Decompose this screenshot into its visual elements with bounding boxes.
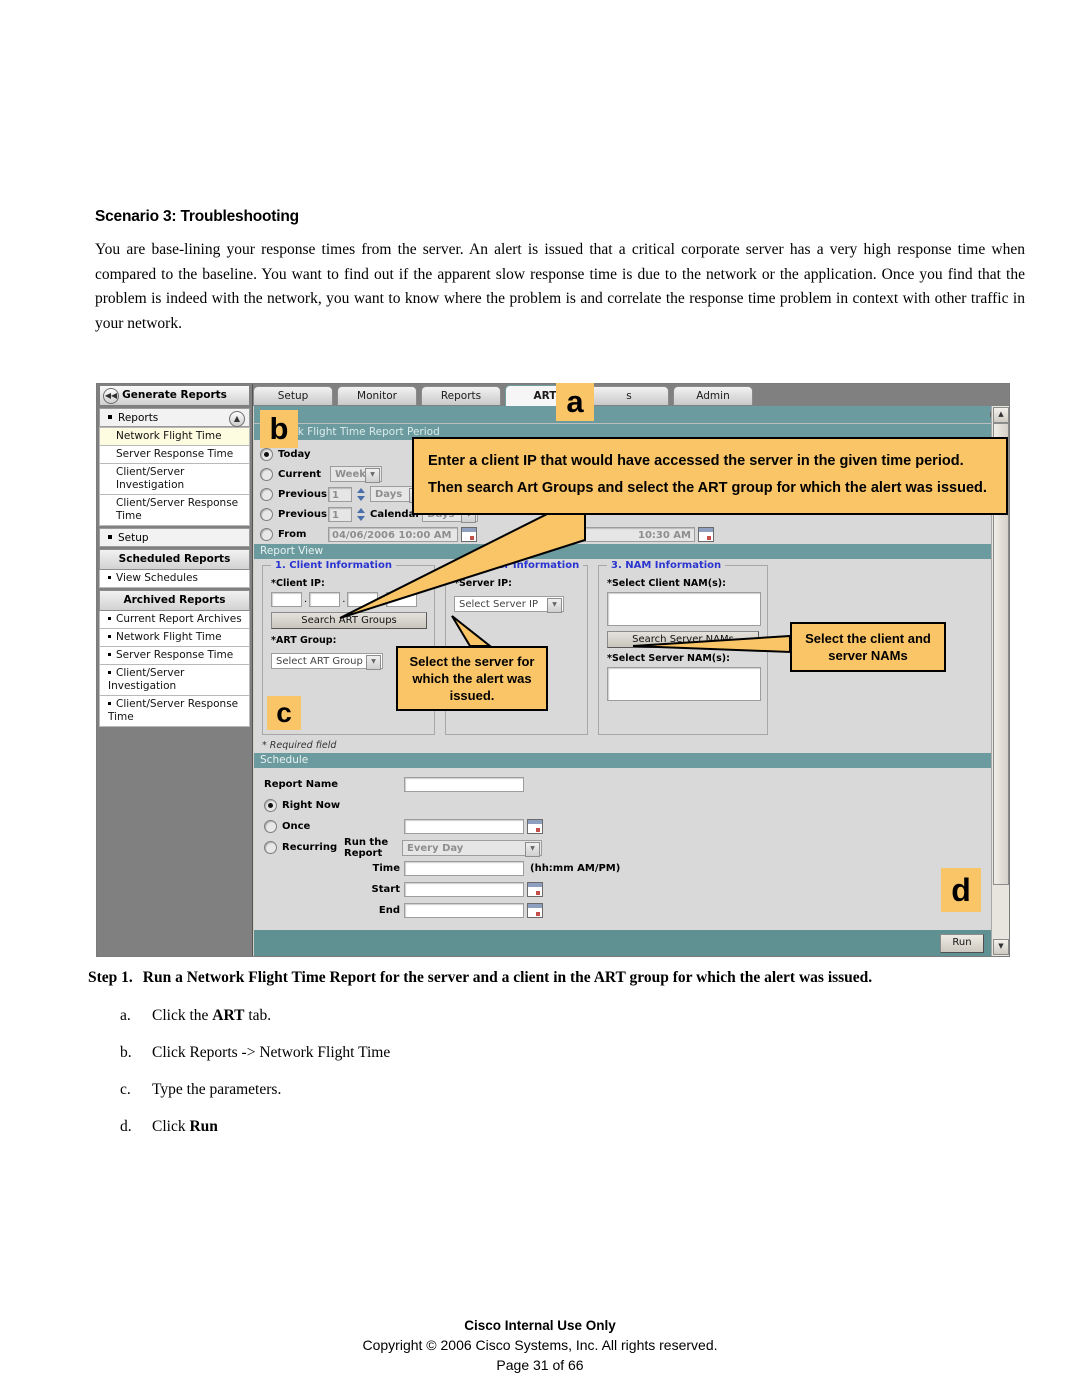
callout-nam: Select the client and server NAMs xyxy=(790,622,946,672)
footer-line-2: Copyright © 2006 Cisco Systems, Inc. All… xyxy=(362,1337,718,1353)
document-page: Scenario 3: Troubleshooting You are base… xyxy=(0,0,1080,1397)
marker-c: c xyxy=(267,696,301,730)
step-heading: Step 1. Run a Network Flight Time Report … xyxy=(88,969,1028,987)
substep-d-label: d. xyxy=(120,1118,132,1135)
substep-a-bold: ART xyxy=(212,1007,245,1024)
substep-d-pre: Click xyxy=(152,1118,190,1135)
substep-c-pre: Type the parameters. xyxy=(152,1081,282,1098)
page-footer: Cisco Internal Use Only Copyright © 2006… xyxy=(0,1316,1080,1375)
marker-b: b xyxy=(260,410,298,448)
substep-b-label: b. xyxy=(120,1044,132,1061)
substep-d-bold: Run xyxy=(189,1118,218,1135)
intro-paragraph: You are base-lining your response times … xyxy=(95,241,1025,332)
callout-server: Select the server for which the alert wa… xyxy=(396,646,548,711)
substep-b-pre: Click Reports -> Network Flight Time xyxy=(152,1044,391,1061)
substep-a-post: tab. xyxy=(244,1007,272,1024)
substep-c-label: c. xyxy=(120,1081,131,1098)
substep-a: a. Click the ART tab. xyxy=(120,1007,271,1025)
marker-a: a xyxy=(556,383,594,421)
footer-page-number: Page 31 of 66 xyxy=(496,1357,584,1373)
footer-line-1: Cisco Internal Use Only xyxy=(464,1318,616,1333)
substep-d: d. Click Run xyxy=(120,1118,218,1136)
substep-c: c. Type the parameters. xyxy=(120,1081,281,1099)
page-title: Scenario 3: Troubleshooting xyxy=(95,208,299,225)
callout-client-ip: Enter a client IP that would have access… xyxy=(412,437,1008,515)
substep-b: b. Click Reports -> Network Flight Time xyxy=(120,1044,390,1062)
step-text: Run a Network Flight Time Report for the… xyxy=(142,969,873,986)
marker-d: d xyxy=(941,868,981,912)
step-number: Step 1. xyxy=(88,969,133,986)
substep-a-pre: Click the xyxy=(152,1007,213,1024)
substep-a-label: a. xyxy=(120,1007,131,1024)
